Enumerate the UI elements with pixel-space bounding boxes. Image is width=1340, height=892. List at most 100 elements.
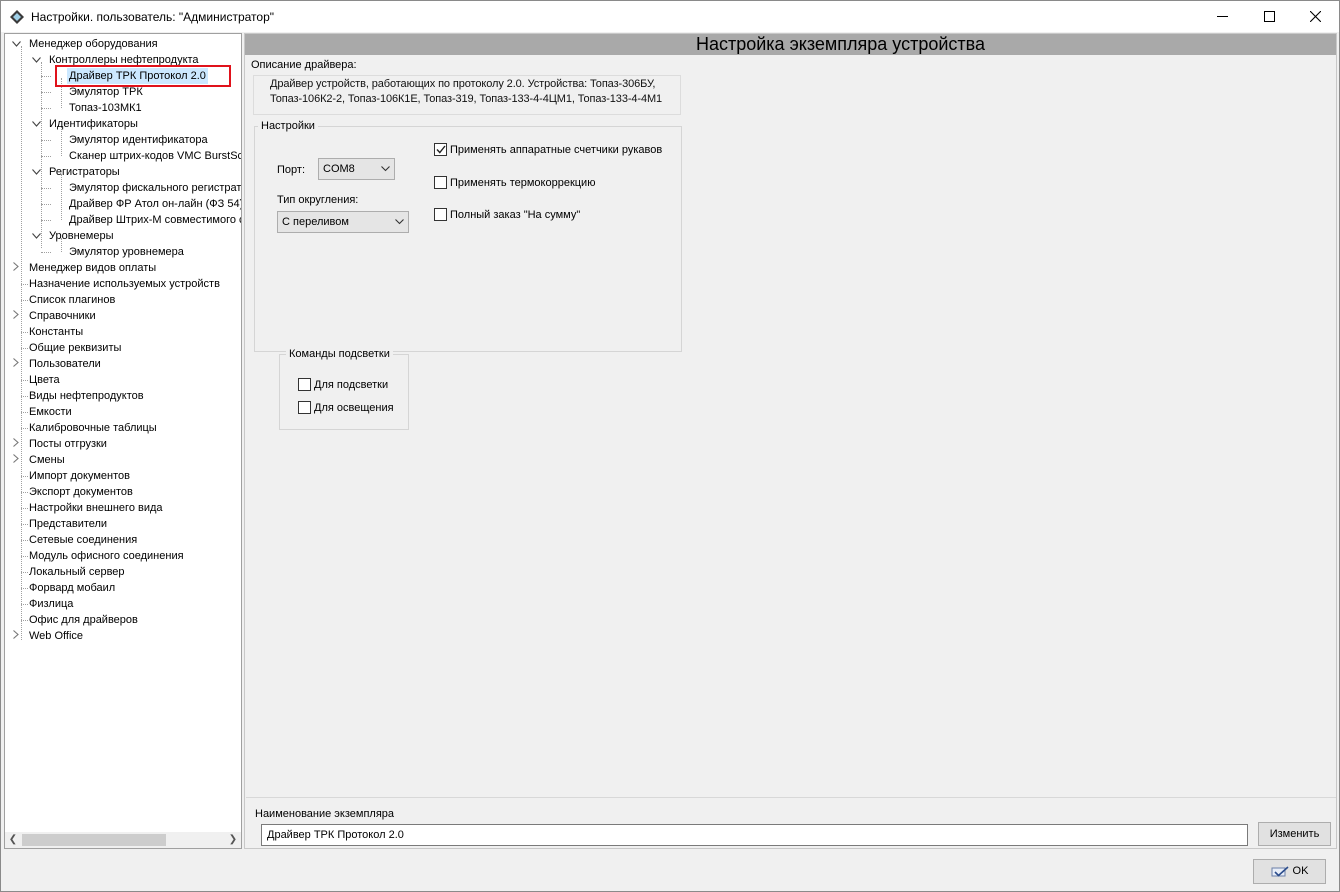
- tree-item[interactable]: Настройки внешнего вида: [5, 500, 241, 516]
- tree-item[interactable]: Смены: [5, 452, 241, 468]
- chevron-right-icon[interactable]: [11, 260, 21, 276]
- tree-item-label: Модуль офисного соединения: [29, 550, 184, 562]
- window-title: Настройки. пользователь: "Администратор": [31, 10, 275, 24]
- tree-item-label: Общие реквизиты: [29, 342, 122, 354]
- checkbox-box[interactable]: [298, 401, 311, 414]
- rounding-label: Тип округления:: [277, 194, 359, 206]
- port-label: Порт:: [277, 164, 305, 176]
- tree-connector: [41, 76, 51, 77]
- tree-item-label: Уровнемеры: [49, 230, 114, 242]
- checkbox-box[interactable]: [434, 143, 447, 156]
- tree-item[interactable]: Локальный сервер: [5, 564, 241, 580]
- chevron-down-icon[interactable]: [11, 36, 21, 52]
- full-order-checkbox[interactable]: Полный заказ "На сумму": [434, 208, 580, 221]
- chevron-down-icon[interactable]: [31, 164, 41, 180]
- tree-item[interactable]: Виды нефтепродуктов: [5, 388, 241, 404]
- thermo-correction-checkbox[interactable]: Применять термокоррекцию: [434, 176, 595, 189]
- tree-item[interactable]: Уровнемеры: [5, 228, 241, 244]
- tree-item[interactable]: Пользователи: [5, 356, 241, 372]
- checkmark-icon: [435, 145, 446, 154]
- tree-connector: [41, 220, 51, 221]
- tree-item-label: Назначение используемых устройств: [29, 278, 220, 290]
- tree-item[interactable]: Менеджер видов оплаты: [5, 260, 241, 276]
- chevron-down-icon[interactable]: [31, 52, 41, 68]
- chevron-right-icon[interactable]: [11, 356, 21, 372]
- tree-item[interactable]: Менеджер оборудования: [5, 36, 241, 52]
- tree-item[interactable]: Константы: [5, 324, 241, 340]
- tree-item-label: Форвард мобаил: [29, 582, 116, 594]
- scroll-left-icon[interactable]: ❮: [5, 832, 21, 848]
- tree-horizontal-scrollbar[interactable]: ❮ ❯: [5, 832, 241, 848]
- instance-name-section: Наименование экземпляра Драйвер ТРК Прот…: [246, 797, 1336, 849]
- settings-tree[interactable]: Менеджер оборудования Контроллеры нефтепр…: [4, 33, 242, 849]
- checkbox-box[interactable]: [434, 176, 447, 189]
- tree-item-label: Драйвер Штрих-М совместимого с: [69, 214, 242, 226]
- tree-item[interactable]: Драйвер ФР Атол он-лайн (ФЗ 54): [5, 196, 241, 212]
- tree-item[interactable]: Сканер штрих-кодов VMC BurstSc: [5, 148, 241, 164]
- maximize-button[interactable]: [1246, 1, 1292, 32]
- tree-connector: [41, 188, 51, 189]
- chevron-right-icon[interactable]: [11, 628, 21, 644]
- tree-item[interactable]: Форвард мобаил: [5, 580, 241, 596]
- tree-item[interactable]: Физлица: [5, 596, 241, 612]
- tree-item[interactable]: Назначение используемых устройств: [5, 276, 241, 292]
- tree-item[interactable]: Идентификаторы: [5, 116, 241, 132]
- ok-button[interactable]: OK: [1253, 859, 1326, 884]
- port-select[interactable]: COM8: [318, 158, 395, 180]
- tree-item[interactable]: Калибровочные таблицы: [5, 420, 241, 436]
- tree-item-label: Локальный сервер: [29, 566, 125, 578]
- chevron-down-icon[interactable]: [31, 116, 41, 132]
- tree-item-label: Сканер штрих-кодов VMC BurstSc: [69, 150, 242, 162]
- checkbox-box[interactable]: [298, 378, 311, 391]
- tree-item[interactable]: Экспорт документов: [5, 484, 241, 500]
- tree-item[interactable]: Модуль офисного соединения: [5, 548, 241, 564]
- tree-item[interactable]: Справочники: [5, 308, 241, 324]
- backlight-label: Для подсветки: [314, 378, 389, 391]
- tree-item-label: Офис для драйверов: [29, 614, 138, 626]
- tree-item-label: Калибровочные таблицы: [29, 422, 157, 434]
- tree-item[interactable]: Регистраторы: [5, 164, 241, 180]
- checkbox-box[interactable]: [434, 208, 447, 221]
- tree-item[interactable]: Эмулятор уровнемера: [5, 244, 241, 260]
- title-bar[interactable]: Настройки. пользователь: "Администратор": [1, 1, 1339, 32]
- close-icon: [1309, 11, 1321, 22]
- tree-item[interactable]: Список плагинов: [5, 292, 241, 308]
- tree-item-label: Эмулятор фискального регистрат: [69, 182, 242, 194]
- tree-item-label: Регистраторы: [49, 166, 120, 178]
- tree-item-label: Настройки внешнего вида: [29, 502, 163, 514]
- scrollbar-thumb[interactable]: [22, 834, 166, 846]
- rounding-value: С переливом: [282, 216, 349, 228]
- tree-item[interactable]: Драйвер Штрих-М совместимого с: [5, 212, 241, 228]
- description-text: Драйвер устройств, работающих по протоко…: [253, 75, 681, 115]
- settings-group-title: Настройки: [258, 120, 318, 132]
- scroll-right-icon[interactable]: ❯: [225, 832, 241, 848]
- tree-item[interactable]: Эмулятор идентификатора: [5, 132, 241, 148]
- selection-highlight-frame: [55, 65, 231, 87]
- chevron-down-icon[interactable]: [31, 228, 41, 244]
- rounding-select[interactable]: С переливом: [277, 211, 409, 233]
- tree-item[interactable]: Посты отгрузки: [5, 436, 241, 452]
- tree-item-label: Представители: [29, 518, 108, 530]
- tree-item[interactable]: Цвета: [5, 372, 241, 388]
- hw-counters-checkbox[interactable]: Применять аппаратные счетчики рукавов: [434, 143, 662, 156]
- tree-item[interactable]: Сетевые соединения: [5, 532, 241, 548]
- minimize-button[interactable]: [1199, 1, 1245, 32]
- close-button[interactable]: [1292, 1, 1338, 32]
- tree-item[interactable]: Топаз-103МК1: [5, 100, 241, 116]
- backlight-checkbox[interactable]: Для подсветки: [298, 378, 388, 391]
- tree-item[interactable]: Емкости: [5, 404, 241, 420]
- change-button[interactable]: Изменить: [1258, 822, 1331, 846]
- chevron-down-icon: [380, 159, 390, 179]
- tree-item[interactable]: Общие реквизиты: [5, 340, 241, 356]
- instance-name-input[interactable]: Драйвер ТРК Протокол 2.0: [261, 824, 1248, 846]
- tree-item[interactable]: Web Office: [5, 628, 241, 644]
- tree-item[interactable]: Импорт документов: [5, 468, 241, 484]
- tree-item[interactable]: Офис для драйверов: [5, 612, 241, 628]
- ok-check-icon: [1271, 865, 1289, 877]
- lighting-checkbox[interactable]: Для освещения: [298, 401, 394, 414]
- chevron-right-icon[interactable]: [11, 308, 21, 324]
- tree-item[interactable]: Представители: [5, 516, 241, 532]
- chevron-right-icon[interactable]: [11, 436, 21, 452]
- tree-item[interactable]: Эмулятор фискального регистрат: [5, 180, 241, 196]
- chevron-right-icon[interactable]: [11, 452, 21, 468]
